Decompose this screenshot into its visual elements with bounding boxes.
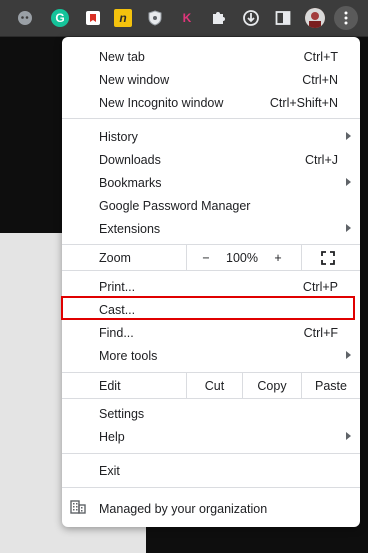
zoom-row: Zoom − 100% + xyxy=(62,245,360,270)
side-panel-icon[interactable] xyxy=(274,9,292,27)
menu-item-label: Google Password Manager xyxy=(99,198,251,213)
menu-divider xyxy=(62,453,360,454)
menu-item-more-tools[interactable]: More tools xyxy=(62,344,360,367)
zoom-in-button[interactable]: + xyxy=(264,245,292,270)
shield-extension-icon[interactable] xyxy=(146,9,164,27)
paste-button[interactable]: Paste xyxy=(302,373,360,398)
zoom-level: 100% xyxy=(226,250,258,265)
menu-item-shortcut: Ctrl+T xyxy=(303,49,338,64)
menu-divider xyxy=(62,118,360,119)
menu-item-label: Find... xyxy=(99,325,134,340)
menu-item-label: New tab xyxy=(99,49,145,64)
menu-item-label: Managed by your organization xyxy=(99,501,268,516)
menu-item-shortcut: Ctrl+Shift+N xyxy=(269,95,338,110)
menu-item-bookmarks[interactable]: Bookmarks xyxy=(62,171,360,194)
submenu-arrow-icon xyxy=(346,178,351,186)
menu-item-downloads[interactable]: Downloads Ctrl+J xyxy=(62,148,360,171)
copy-button[interactable]: Copy xyxy=(243,373,301,398)
zoom-divider xyxy=(301,245,302,270)
menu-item-help[interactable]: Help xyxy=(62,425,360,448)
k-extension-icon[interactable]: K xyxy=(178,9,196,27)
menu-item-history[interactable]: History xyxy=(62,125,360,148)
menu-item-label: Downloads xyxy=(99,152,161,167)
submenu-arrow-icon xyxy=(346,224,351,232)
zoom-label: Zoom xyxy=(99,250,131,265)
browser-toolbar: G n K xyxy=(0,0,368,37)
zoom-out-button[interactable]: − xyxy=(192,245,220,270)
menu-item-shortcut: Ctrl+P xyxy=(302,279,338,294)
menu-item-settings[interactable]: Settings xyxy=(62,402,360,425)
menu-divider xyxy=(62,398,360,399)
menu-item-new-tab[interactable]: New tab Ctrl+T xyxy=(62,45,360,68)
menu-divider xyxy=(62,270,360,271)
cut-button[interactable]: Cut xyxy=(187,373,242,398)
chrome-main-menu: New tab Ctrl+T New window Ctrl+N New Inc… xyxy=(61,37,360,527)
fullscreen-icon[interactable] xyxy=(316,245,340,270)
menu-item-label: Help xyxy=(99,429,125,444)
menu-item-new-window[interactable]: New window Ctrl+N xyxy=(62,68,360,91)
menu-item-shortcut: Ctrl+F xyxy=(303,325,338,340)
menu-item-find[interactable]: Find... Ctrl+F xyxy=(62,321,360,344)
menu-item-shortcut: Ctrl+N xyxy=(302,72,338,87)
submenu-arrow-icon xyxy=(346,432,351,440)
menu-item-label: History xyxy=(99,129,138,144)
menu-item-new-incognito[interactable]: New Incognito window Ctrl+Shift+N xyxy=(62,91,360,114)
profile-avatar-icon[interactable] xyxy=(305,8,325,28)
downloads-icon[interactable] xyxy=(242,9,260,27)
chat-extension-icon[interactable] xyxy=(16,9,34,27)
edit-row: Edit Cut Copy Paste xyxy=(62,373,360,398)
menu-item-exit[interactable]: Exit xyxy=(62,459,360,482)
menu-item-shortcut: Ctrl+J xyxy=(305,152,338,167)
submenu-arrow-icon xyxy=(346,132,351,140)
cast-highlight-box xyxy=(61,296,355,320)
menu-kebab-icon[interactable] xyxy=(334,6,358,30)
menu-item-label: Settings xyxy=(99,406,145,421)
menu-item-label: New Incognito window xyxy=(99,95,224,110)
menu-item-label: Exit xyxy=(99,463,120,478)
bookmark-extension-icon[interactable] xyxy=(84,9,102,27)
menu-item-print[interactable]: Print... Ctrl+P xyxy=(62,275,360,298)
menu-item-managed[interactable]: Managed by your organization xyxy=(62,497,360,520)
grammarly-icon[interactable]: G xyxy=(51,9,69,27)
zoom-divider xyxy=(186,245,187,270)
edit-label: Edit xyxy=(99,378,121,393)
menu-divider xyxy=(62,487,360,488)
norton-extension-icon[interactable]: n xyxy=(114,9,132,27)
menu-item-password-manager[interactable]: Google Password Manager xyxy=(62,194,360,217)
menu-item-label: New window xyxy=(99,72,170,87)
menu-item-extensions[interactable]: Extensions xyxy=(62,217,360,240)
menu-item-label: Extensions xyxy=(99,221,161,236)
submenu-arrow-icon xyxy=(346,351,351,359)
menu-item-label: Print... xyxy=(99,279,136,294)
menu-item-label: More tools xyxy=(99,348,158,363)
extensions-puzzle-icon[interactable] xyxy=(209,9,227,27)
menu-item-label: Bookmarks xyxy=(99,175,162,190)
